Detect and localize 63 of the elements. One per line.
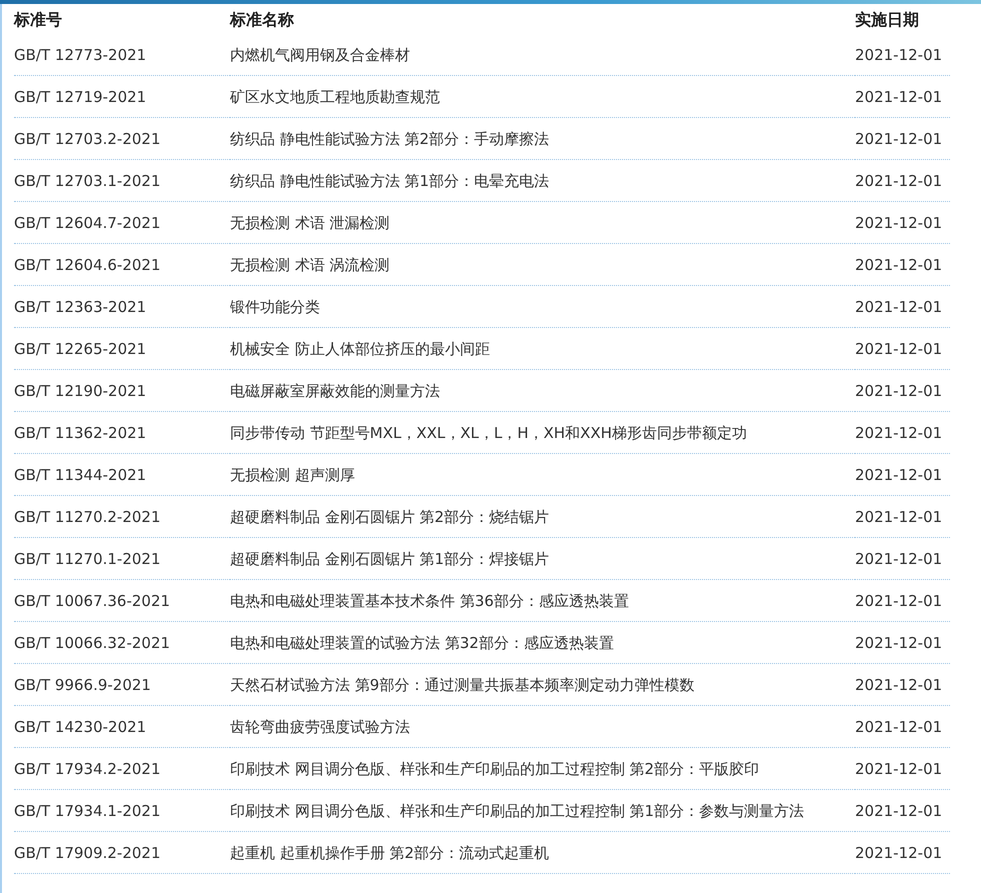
table-cell: 印刷技术 网目调分色版、样张和生产印刷品的加工过程控制 第2部分：平版胶印 <box>230 748 855 790</box>
table-cell: 2021-12-01 <box>855 496 950 538</box>
table-cell: 2021-12-01 <box>855 118 950 160</box>
table-cell: GB/T 10067.36-2021 <box>14 580 230 622</box>
table-cell: 内燃机气阀用钢及合金棒材 <box>230 34 855 76</box>
table-cell: 电磁屏蔽室屏蔽效能的测量方法 <box>230 370 855 412</box>
table-cell: 2021-12-01 <box>855 160 950 202</box>
table-cell: 矿区水文地质工程地质勘查规范 <box>230 76 855 118</box>
table-cell: GB/T 17909.2-2021 <box>14 832 230 874</box>
table-cell: 电热和电磁处理装置基本技术条件 第36部分：感应透热装置 <box>230 580 855 622</box>
table-cell: 天然石材试验方法 第9部分：通过测量共振基本频率测定动力弹性模数 <box>230 664 855 706</box>
table-cell: GB/T 11362-2021 <box>14 412 230 454</box>
table-cell: GB/T 11270.2-2021 <box>14 496 230 538</box>
table-cell: 2021-12-01 <box>855 34 950 76</box>
table-cell: GB/T 12265-2021 <box>14 328 230 370</box>
table-cell: 2021-12-01 <box>855 580 950 622</box>
table-cell: 超硬磨料制品 金刚石圆锯片 第2部分：烧结锯片 <box>230 496 855 538</box>
table-cell: 2021-12-01 <box>855 412 950 454</box>
table-cell: GB/T 12190-2021 <box>14 370 230 412</box>
table-cell: 印刷技术 网目调分色版、样张和生产印刷品的加工过程控制 第1部分：参数与测量方法 <box>230 790 855 832</box>
table-cell: GB/T 11344-2021 <box>14 454 230 496</box>
table-cell: GB/T 12719-2021 <box>14 76 230 118</box>
table-cell: GB/T 9966.9-2021 <box>14 664 230 706</box>
table-cell: 齿轮弯曲疲劳强度试验方法 <box>230 706 855 748</box>
table-cell: GB/T 10066.32-2021 <box>14 622 230 664</box>
table-cell: GB/T 12604.7-2021 <box>14 202 230 244</box>
column-header: 实施日期 <box>855 9 920 31</box>
column-header: 标准名称 <box>230 9 295 31</box>
table-cell: GB/T 12773-2021 <box>14 34 230 76</box>
table-cell: 锻件功能分类 <box>230 286 855 328</box>
table-cell: 2021-12-01 <box>855 706 950 748</box>
table-cell: 纺织品 静电性能试验方法 第1部分：电晕充电法 <box>230 160 855 202</box>
table-cell: 起重机 起重机操作手册 第2部分：流动式起重机 <box>230 832 855 874</box>
table-cell: 2021-12-01 <box>855 76 950 118</box>
table-cell: 2021-12-01 <box>855 328 950 370</box>
table-cell: 2021-12-01 <box>855 538 950 580</box>
table-cell: GB/T 14230-2021 <box>14 706 230 748</box>
column-header: 标准号 <box>14 9 63 31</box>
table-cell: GB/T 17934.2-2021 <box>14 748 230 790</box>
table-cell: 2021-12-01 <box>855 454 950 496</box>
table-cell: 2021-12-01 <box>855 664 950 706</box>
table-cell: 2021-12-01 <box>855 748 950 790</box>
table-cell: 机械安全 防止人体部位挤压的最小间距 <box>230 328 855 370</box>
table-cell: GB/T 12363-2021 <box>14 286 230 328</box>
table-cell: GB/T 12703.1-2021 <box>14 160 230 202</box>
table-cell: 无损检测 术语 泄漏检测 <box>230 202 855 244</box>
table-cell: 2021-12-01 <box>855 370 950 412</box>
table-cell: 同步带传动 节距型号MXL，XXL，XL，L，H，XH和XXH梯形齿同步带额定功 <box>230 412 855 454</box>
table-cell: 2021-12-01 <box>855 202 950 244</box>
table-cell: 纺织品 静电性能试验方法 第2部分：手动摩擦法 <box>230 118 855 160</box>
table-cell: 2021-12-01 <box>855 790 950 832</box>
table-cell: GB/T 17934.1-2021 <box>14 790 230 832</box>
table-cell: GB/T 11270.1-2021 <box>14 538 230 580</box>
table-cell: 电热和电磁处理装置的试验方法 第32部分：感应透热装置 <box>230 622 855 664</box>
table-cell: 无损检测 超声测厚 <box>230 454 855 496</box>
table-cell: 超硬磨料制品 金刚石圆锯片 第1部分：焊接锯片 <box>230 538 855 580</box>
table-cell: 2021-12-01 <box>855 286 950 328</box>
table-cell: 2021-12-01 <box>855 244 950 286</box>
table-cell: GB/T 12604.6-2021 <box>14 244 230 286</box>
table-cell: 2021-12-01 <box>855 832 950 874</box>
table-cell: GB/T 12703.2-2021 <box>14 118 230 160</box>
table-cell: 无损检测 术语 涡流检测 <box>230 244 855 286</box>
table-cell: 2021-12-01 <box>855 622 950 664</box>
